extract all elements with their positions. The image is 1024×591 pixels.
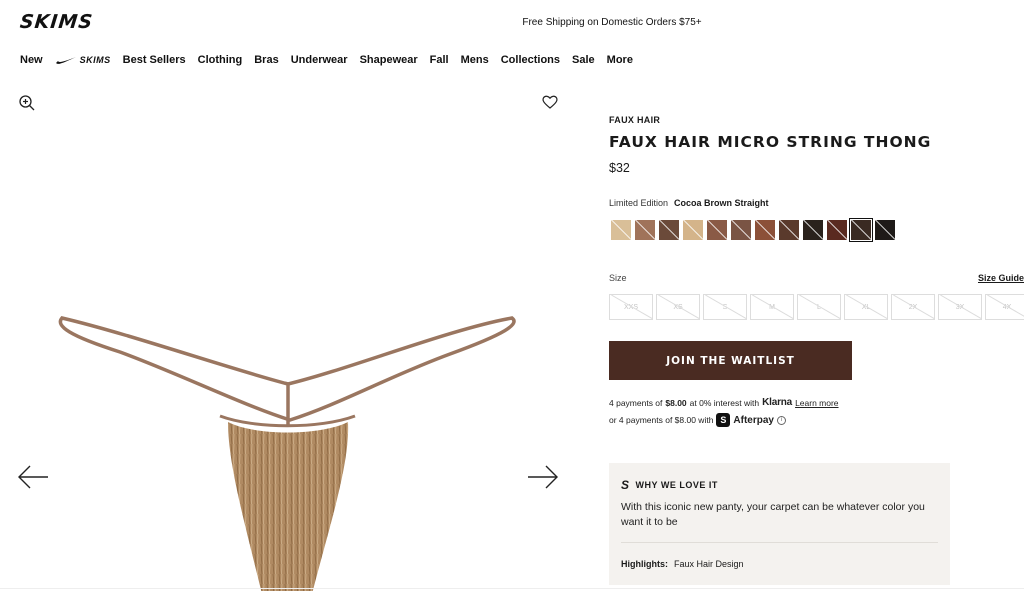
highlights: Highlights: Faux Hair Design xyxy=(621,559,744,569)
color-swatches xyxy=(611,217,895,243)
size-guide-link[interactable]: Size Guide xyxy=(978,273,1024,283)
color-swatch[interactable] xyxy=(803,220,823,240)
product-details: FAUX HAIR FAUX HAIR MICRO STRING THONG $… xyxy=(609,0,1024,591)
color-swatch[interactable] xyxy=(611,220,631,240)
size-option[interactable]: L xyxy=(797,294,841,320)
klarna-logo: Klarna xyxy=(762,397,793,408)
color-swatch[interactable] xyxy=(755,220,775,240)
nav-item-collections[interactable]: Collections xyxy=(501,54,560,66)
edition-label: Limited Edition xyxy=(609,198,669,208)
zoom-in-icon[interactable] xyxy=(18,94,36,112)
nav-item-shapewear[interactable]: Shapewear xyxy=(360,54,418,66)
color-swatch[interactable] xyxy=(875,220,895,240)
size-option[interactable]: 4X xyxy=(985,294,1024,320)
afterpay-prefix: or 4 payments of $8.00 with xyxy=(609,415,714,425)
size-option[interactable]: 3X xyxy=(938,294,982,320)
klarna-mid: at 0% interest with xyxy=(689,397,760,408)
collab-label: SKIMS xyxy=(79,55,111,65)
size-option[interactable]: XS xyxy=(656,294,700,320)
nav-item-best-sellers[interactable]: Best Sellers xyxy=(123,54,186,66)
nav-item-bras[interactable]: Bras xyxy=(254,54,278,66)
size-option[interactable]: XL xyxy=(844,294,888,320)
product-gallery xyxy=(0,84,575,591)
klarna-payment-line: 4 payments of $8.00 at 0% interest with … xyxy=(609,397,839,408)
divider xyxy=(621,542,938,543)
product-brand[interactable]: FAUX HAIR xyxy=(609,115,660,125)
klarna-amount: $8.00 xyxy=(665,397,687,408)
afterpay-payment-line: or 4 payments of $8.00 with S Afterpay i xyxy=(609,413,786,427)
why-we-love-it-header: S WHY WE LOVE IT xyxy=(621,478,718,492)
nav-item-mens[interactable]: Mens xyxy=(461,54,489,66)
nav-item-new[interactable]: New xyxy=(20,54,43,66)
nav-item-clothing[interactable]: Clothing xyxy=(198,54,243,66)
color-swatch[interactable] xyxy=(848,217,874,243)
color-selection-label: Limited Edition Cocoa Brown Straight xyxy=(609,198,769,208)
product-price: $32 xyxy=(609,161,630,175)
why-we-love-it-panel: S WHY WE LOVE IT With this iconic new pa… xyxy=(609,463,950,585)
size-option[interactable]: M xyxy=(750,294,794,320)
page-divider xyxy=(0,588,1024,589)
color-swatch[interactable] xyxy=(635,220,655,240)
product-title: FAUX HAIR MICRO STRING THONG xyxy=(609,133,932,151)
color-swatch[interactable] xyxy=(779,220,799,240)
nav-item-nike-skims[interactable]: SKIMS xyxy=(55,55,111,65)
color-swatch[interactable] xyxy=(683,220,703,240)
highlights-label: Highlights: xyxy=(621,559,668,569)
why-we-love-it-text: With this iconic new panty, your carpet … xyxy=(621,501,925,528)
size-option[interactable]: 2X xyxy=(891,294,935,320)
afterpay-name: Afterpay xyxy=(733,414,774,426)
join-waitlist-button[interactable]: JOIN THE WAITLIST xyxy=(609,341,852,380)
selected-color-name: Cocoa Brown Straight xyxy=(674,198,769,208)
arrow-left-icon[interactable] xyxy=(16,464,50,490)
learn-more-link[interactable]: Learn more xyxy=(795,398,838,408)
size-option[interactable]: S xyxy=(703,294,747,320)
arrow-right-icon[interactable] xyxy=(526,464,560,490)
nav-item-sale[interactable]: Sale xyxy=(572,54,595,66)
main-nav: New SKIMS Best Sellers Clothing Bras Und… xyxy=(20,54,633,66)
nav-item-underwear[interactable]: Underwear xyxy=(291,54,348,66)
product-image xyxy=(58,316,516,591)
skims-s-icon: S xyxy=(621,478,630,492)
size-option[interactable]: XXS xyxy=(609,294,653,320)
afterpay-logo-icon: S xyxy=(716,413,731,427)
why-we-love-it-heading: WHY WE LOVE IT xyxy=(635,480,718,490)
klarna-prefix: 4 payments of xyxy=(609,397,663,408)
size-label: Size xyxy=(609,273,627,283)
color-swatch[interactable] xyxy=(707,220,727,240)
nav-item-fall[interactable]: Fall xyxy=(430,54,449,66)
nike-swoosh-icon xyxy=(55,56,76,64)
color-swatch[interactable] xyxy=(659,220,679,240)
heart-icon[interactable] xyxy=(541,93,559,111)
highlights-value: Faux Hair Design xyxy=(674,559,744,569)
info-icon[interactable]: i xyxy=(777,415,786,425)
color-swatch[interactable] xyxy=(827,220,847,240)
size-options: XXS XS S M L XL 2X 3X 4X xyxy=(609,294,1024,320)
color-swatch[interactable] xyxy=(731,220,751,240)
